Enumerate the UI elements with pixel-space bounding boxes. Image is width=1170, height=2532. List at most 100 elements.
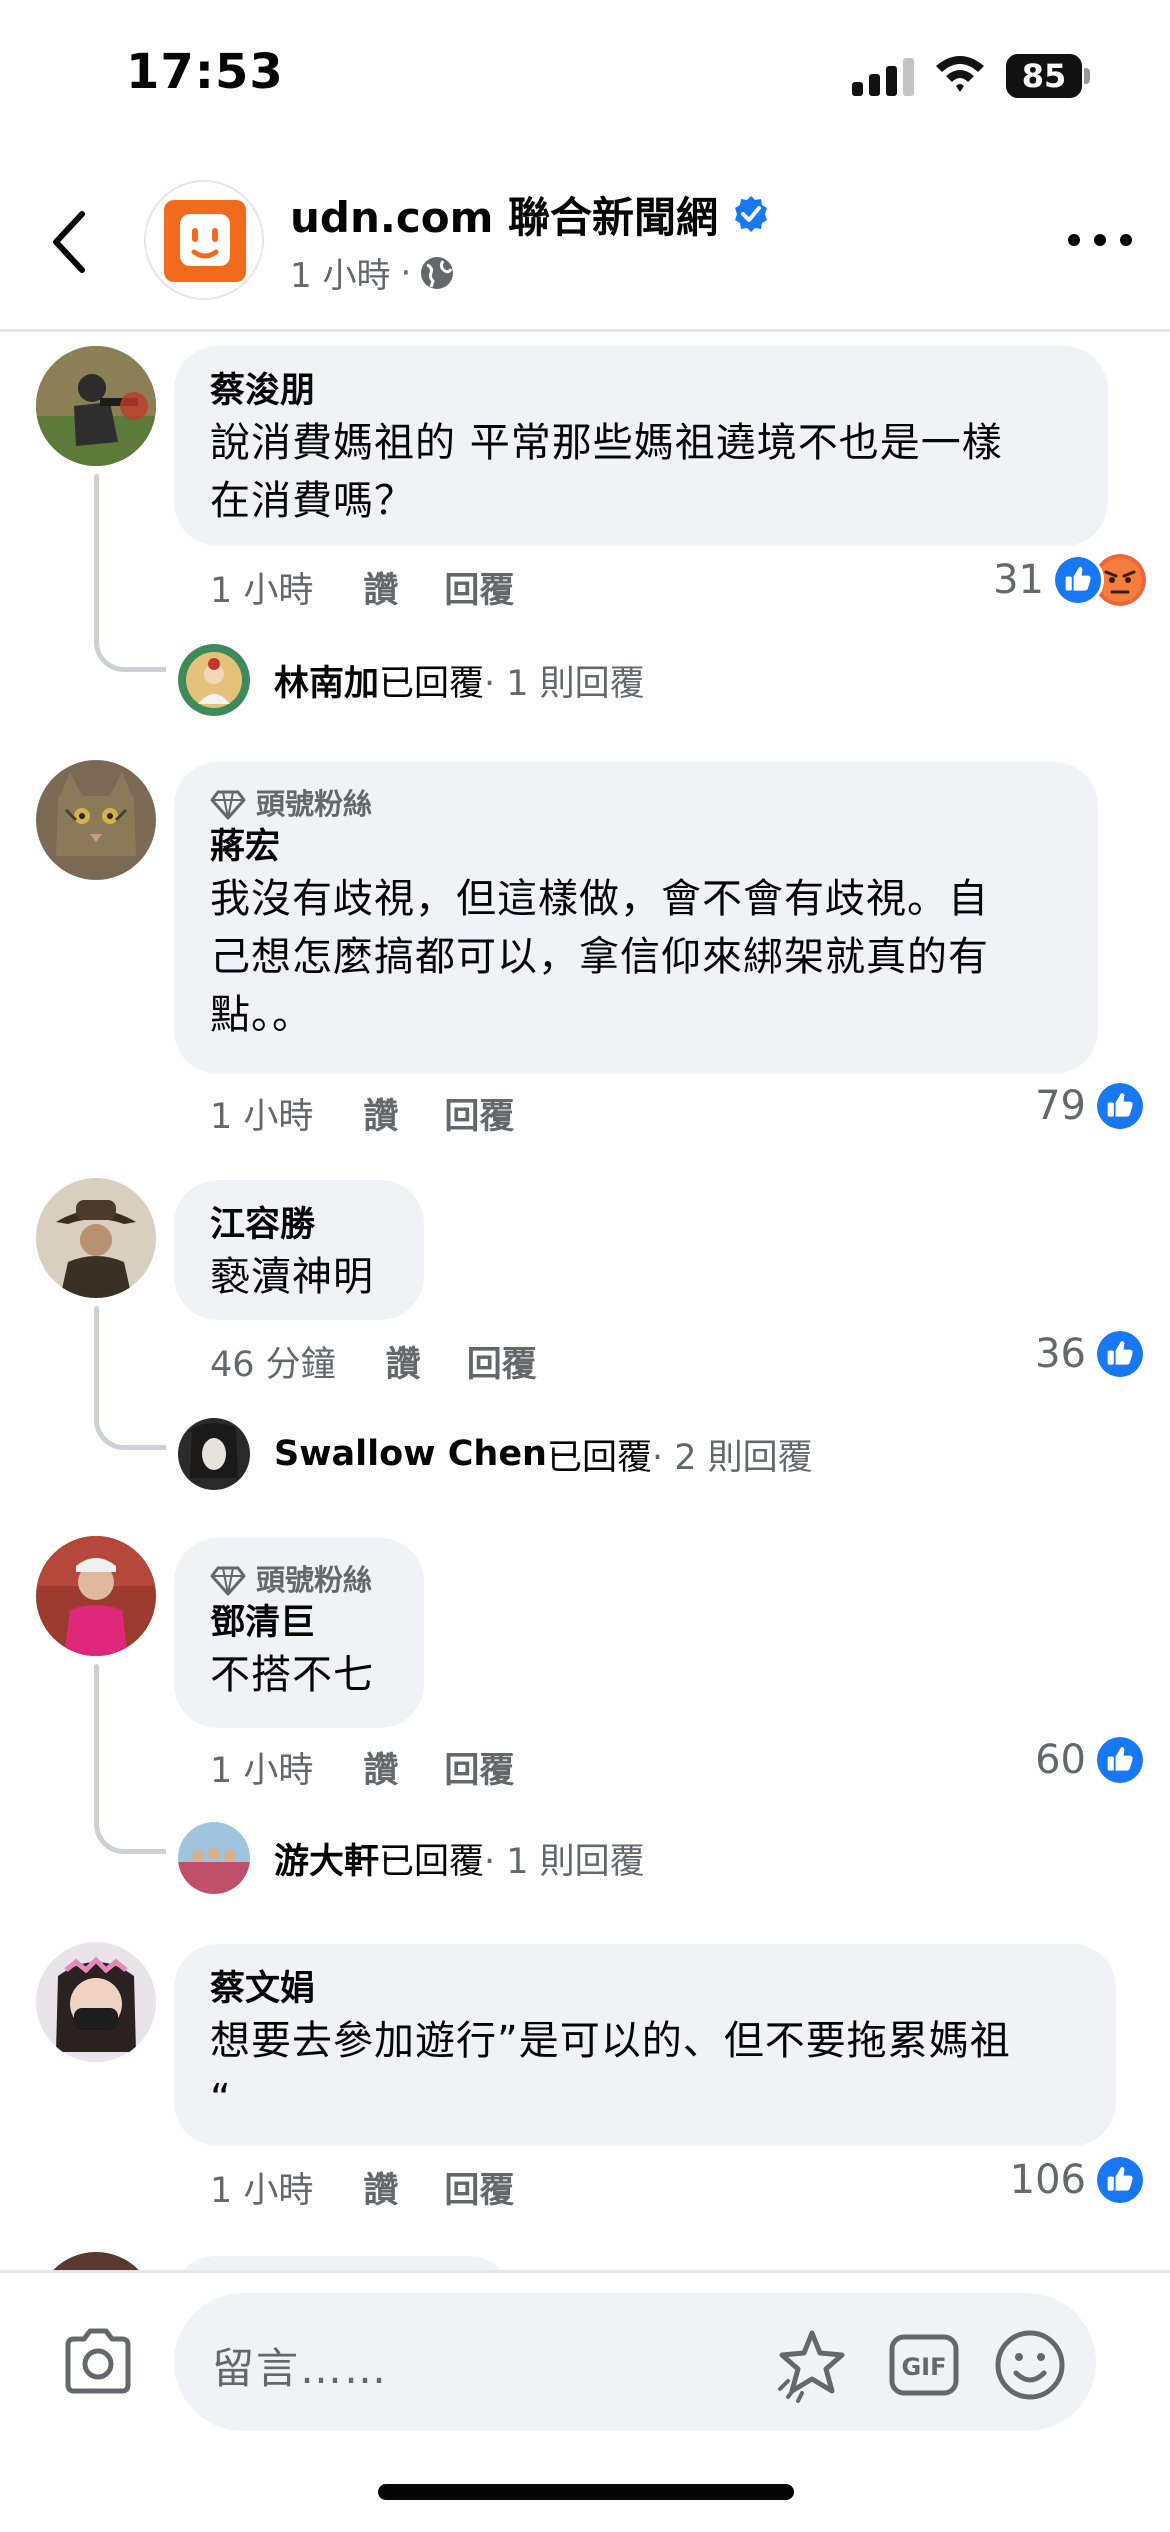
comment-text: 在消費嗎？ — [210, 478, 415, 524]
home-indicator[interactable] — [378, 2484, 794, 2500]
comment-text: 我沒有歧視，但這樣做，會不會有歧視。自 — [210, 876, 989, 922]
comment-author[interactable]: 鄧清巨 — [210, 1600, 388, 1646]
more-options-icon[interactable] — [1064, 220, 1136, 260]
comment-actions: 1 小時 讚 回覆 — [210, 1088, 514, 1139]
cellular-signal-icon — [852, 58, 914, 96]
post-header: udn.com 聯合新聞網 1 小時 · — [0, 160, 1170, 332]
reaction-count: 106 — [1009, 2157, 1086, 2203]
battery-icon: 85 — [1006, 54, 1090, 98]
reaction-summary[interactable]: 60 — [1035, 1734, 1146, 1786]
camera-icon[interactable] — [60, 2323, 136, 2399]
reaction-count: 60 — [1035, 1737, 1086, 1783]
comment-text: “ — [210, 2076, 232, 2122]
reply-button[interactable]: 回覆 — [444, 562, 514, 613]
comment-bubble[interactable]: 蔡文娟 想要去參加遊行”是可以的、但不要拖累媽祖 “ — [174, 1944, 1116, 2146]
like-icon — [1052, 554, 1104, 606]
thread-connector — [94, 1802, 166, 1854]
reply-button[interactable]: 回覆 — [444, 1742, 514, 1793]
like-icon — [1094, 2154, 1146, 2206]
comment-author[interactable]: 江容勝 — [210, 1202, 388, 1248]
wifi-icon — [936, 56, 984, 92]
like-icon — [1094, 1080, 1146, 1132]
replier-avatar — [178, 1418, 250, 1490]
reply-button[interactable]: 回覆 — [444, 1088, 514, 1139]
like-button[interactable]: 讚 — [363, 1742, 398, 1793]
udn-logo — [164, 200, 246, 282]
comment-time: 46 分鐘 — [210, 1345, 336, 1385]
svg-text:GIF: GIF — [901, 2353, 946, 2381]
comment-bubble[interactable]: 江容勝 褻瀆神明 — [174, 1180, 424, 1320]
thread-line — [94, 474, 99, 624]
comment-text: 己想怎麼搞都可以，拿信仰來綁架就真的有 — [210, 934, 989, 980]
comment-text: 點。。 — [210, 992, 313, 1038]
view-replies-link[interactable]: 林南加 已回覆 · 1 則回覆 — [178, 644, 645, 716]
reply-count: · 1 則回覆 — [484, 663, 645, 704]
comment-author[interactable]: 蔣宏 — [210, 824, 1062, 870]
reply-count: · 1 則回覆 — [484, 1841, 645, 1882]
comment-time: 1 小時 — [210, 2171, 314, 2211]
replied-label: 已回覆 — [379, 1841, 485, 1882]
reply-button[interactable]: 回覆 — [467, 1336, 537, 1387]
badge-label: 頭號粉絲 — [256, 1563, 373, 1597]
comment-text: 褻瀆神明 — [210, 1254, 374, 1300]
comment-time: 1 小時 — [210, 1097, 314, 1137]
reaction-count: 31 — [993, 557, 1044, 603]
meta-separator: · — [400, 252, 412, 293]
thread-line — [94, 1306, 99, 1402]
replier-name: 游大軒 — [274, 1841, 380, 1882]
back-arrow-icon[interactable] — [40, 202, 100, 282]
thread-connector — [94, 1398, 166, 1450]
comment-time: 1 小時 — [210, 571, 314, 611]
page-avatar[interactable] — [144, 180, 264, 300]
like-icon — [1094, 1734, 1146, 1786]
replier-avatar — [178, 644, 250, 716]
like-button[interactable]: 讚 — [363, 1088, 398, 1139]
reaction-summary[interactable]: 79 — [1035, 1080, 1146, 1132]
globe-icon — [421, 256, 454, 289]
commenter-avatar[interactable] — [36, 346, 156, 466]
comment-actions: 1 小時 讚 回覆 — [210, 1742, 514, 1793]
top-fan-badge: 頭號粉絲 — [210, 784, 1062, 824]
reaction-summary[interactable]: 106 — [1010, 2154, 1146, 2206]
comment-text: 想要去參加遊行”是可以的、但不要拖累媽祖 — [210, 2018, 1011, 2064]
view-replies-link[interactable]: 游大軒 已回覆 · 1 則回覆 — [178, 1822, 645, 1894]
replied-label: 已回覆 — [546, 1437, 652, 1478]
comment-author[interactable]: 蔡浚朋 — [210, 368, 1072, 414]
commenter-avatar[interactable] — [36, 760, 156, 880]
badge-label: 頭號粉絲 — [256, 787, 373, 821]
page-name[interactable]: udn.com 聯合新聞網 — [290, 184, 718, 245]
reaction-summary[interactable]: 36 — [1035, 1328, 1146, 1380]
avatar-sticker-icon[interactable] — [774, 2327, 850, 2403]
view-replies-link[interactable]: Swallow Chen 已回覆 · 2 則回覆 — [178, 1418, 813, 1490]
reply-count: · 2 則回覆 — [652, 1437, 813, 1478]
post-time: 1 小時 — [290, 256, 391, 296]
replier-name: 林南加 — [274, 663, 380, 704]
replier-name: Swallow Chen — [274, 1434, 547, 1474]
comment-bubble[interactable]: 蔡浚朋 說消費媽祖的 平常那些媽祖遶境不也是一樣 在消費嗎？ — [174, 346, 1108, 546]
battery-level: 85 — [1021, 57, 1067, 95]
reply-button[interactable]: 回覆 — [444, 2162, 514, 2213]
commenter-avatar[interactable] — [36, 1942, 156, 2062]
reaction-count: 36 — [1035, 1331, 1086, 1377]
status-time: 17:53 — [126, 44, 284, 100]
like-button[interactable]: 讚 — [363, 562, 398, 613]
thread-line — [94, 1664, 99, 1806]
reaction-count: 79 — [1035, 1083, 1086, 1129]
comment-text: 不搭不七 — [210, 1652, 374, 1698]
comment-bubble[interactable]: 頭號粉絲 鄧清巨 不搭不七 — [174, 1538, 424, 1728]
gif-icon[interactable]: GIF — [886, 2327, 962, 2403]
commenter-avatar[interactable] — [36, 1536, 156, 1656]
commenter-avatar[interactable] — [36, 1178, 156, 1298]
comment-bubble[interactable]: 頭號粉絲 蔣宏 我沒有歧視，但這樣做，會不會有歧視。自 己想怎麼搞都可以，拿信仰… — [174, 762, 1098, 1074]
replier-avatar — [178, 1822, 250, 1894]
reaction-summary[interactable]: 31 — [993, 554, 1146, 606]
comment-actions: 1 小時 讚 回覆 — [210, 2162, 514, 2213]
comment-actions: 1 小時 讚 回覆 — [210, 562, 514, 613]
like-button[interactable]: 讚 — [363, 2162, 398, 2213]
like-button[interactable]: 讚 — [386, 1336, 421, 1387]
comment-input[interactable]: 留言…… GIF — [174, 2293, 1096, 2431]
comment-text: 說消費媽祖的 平常那些媽祖遶境不也是一樣 — [210, 420, 1003, 466]
thread-connector — [94, 620, 166, 672]
emoji-icon[interactable] — [992, 2327, 1068, 2403]
comment-author[interactable]: 蔡文娟 — [210, 1966, 1080, 2012]
